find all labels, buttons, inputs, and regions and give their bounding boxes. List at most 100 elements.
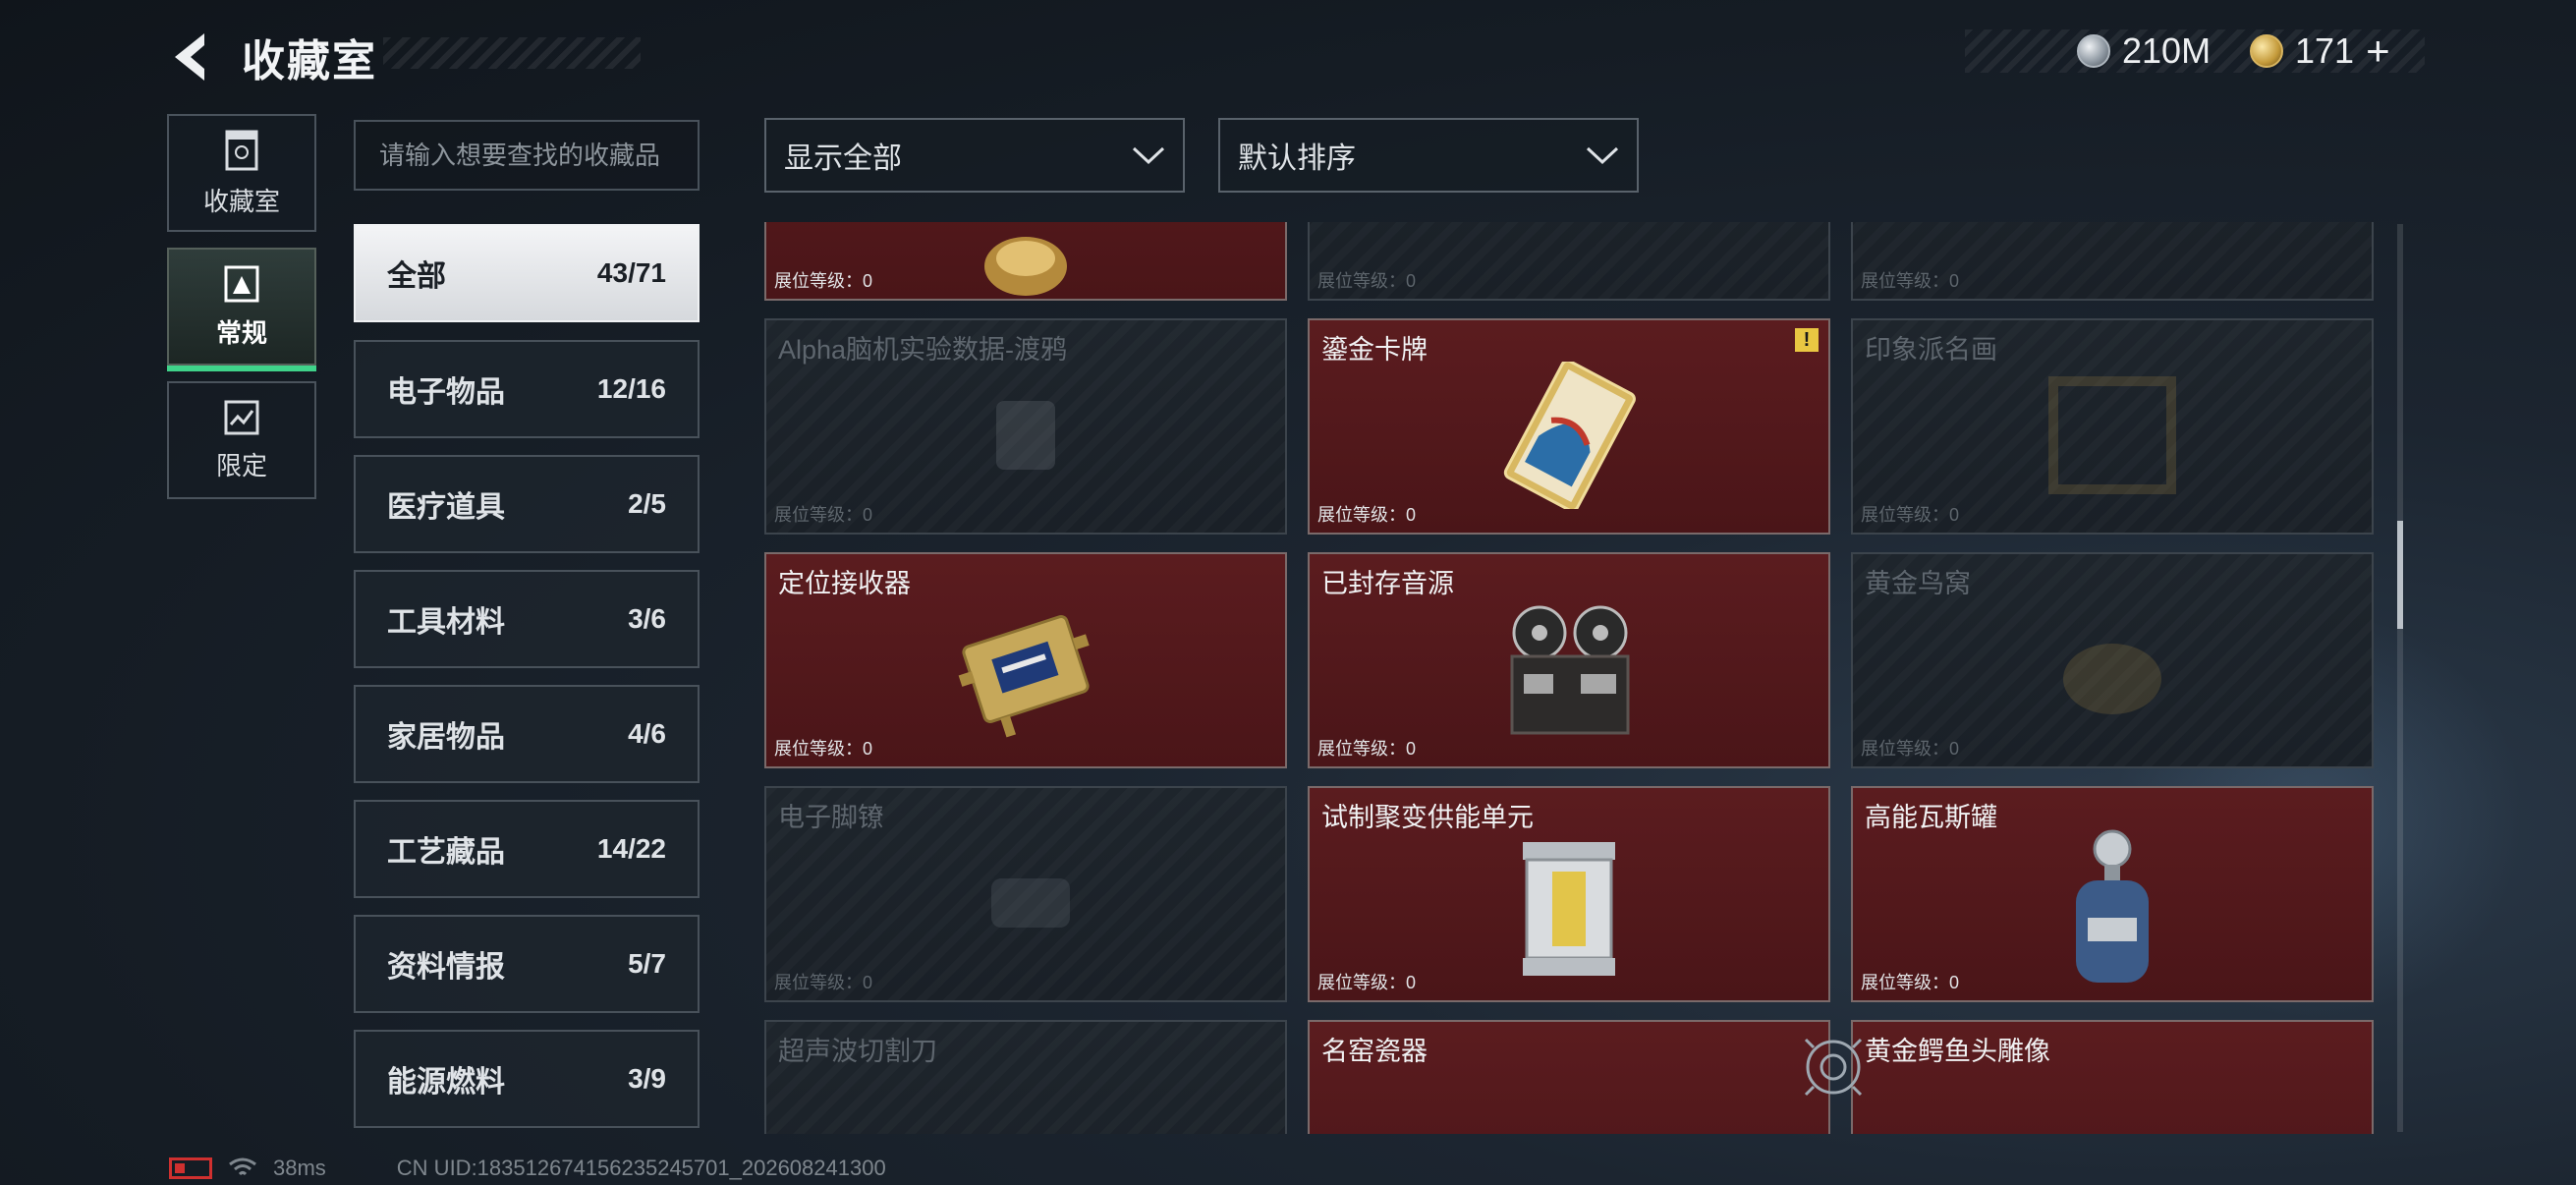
booth-level: 展位等级：0 [1317,505,1417,525]
category-count: 5/7 [628,948,666,979]
collection-item-card[interactable]: 定位接收器 展位等级：0 [764,552,1287,768]
collection-item-card[interactable]: Alpha脑机实验数据-渡鸦 展位等级：0 [764,318,1287,535]
booth-level: 展位等级：0 [1317,739,1417,759]
category-intel[interactable]: 资料情报 5/7 [354,915,700,1013]
reel-recorder-icon [1510,605,1630,735]
back-arrow-icon[interactable] [165,29,220,85]
warning-badge: ! [1795,328,1819,352]
nav-collection-room[interactable]: 收藏室 [167,114,316,232]
sort-dropdown[interactable]: 默认排序 [1218,118,1639,193]
nav-label: 常规 [215,317,267,348]
collection-grid: 展位等级：0 展位等级：0 展位等级：0 Alpha脑机实验数据-渡鸦 展位等级… [764,222,2387,1134]
item-name: 鎏金卡牌 [1321,335,1428,365]
item-name: 印象派名画 [1865,335,1997,365]
display-case-icon [225,130,258,170]
collection-item-card[interactable]: 鎏金卡牌 ! 展位等级：0 [1308,318,1830,535]
item-name: 已封存音源 [1321,569,1454,598]
collection-item-card[interactable]: 黄金鸟窝 展位等级：0 [1851,552,2374,768]
add-gold-button[interactable]: + [2366,28,2390,75]
item-name: 定位接收器 [778,569,911,598]
booth-level: 展位等级：0 [774,505,873,525]
collection-item-card[interactable]: 展位等级：0 [1851,222,2374,301]
silver-currency: 210M [2077,29,2211,73]
ping-value: 38ms [273,1156,326,1180]
grid-scrollbar-track[interactable] [2397,224,2403,1132]
category-name: 医疗道具 [387,491,505,524]
category-name: 工具材料 [387,606,505,639]
collection-item-card[interactable]: 展位等级：0 [1308,222,1830,301]
category-all[interactable]: 全部 43/71 [354,224,700,322]
collection-item-card[interactable]: 超声波切割刀 [764,1020,1287,1134]
gilded-card-icon [1503,361,1636,509]
display-filter-value: 显示全部 [784,142,902,175]
gas-canister-icon [2076,829,2149,984]
item-name: 试制聚变供能单元 [1321,803,1534,832]
nav-limited[interactable]: 限定 [167,381,316,499]
booth-level: 展位等级：0 [1317,271,1417,291]
page-title: 收藏室 [242,37,377,85]
collection-item-card[interactable]: 高能瓦斯罐 展位等级：0 [1851,786,2374,1002]
category-name: 电子物品 [387,376,505,409]
item-name: 超声波切割刀 [778,1037,937,1066]
collection-item-card[interactable]: 电子脚镣 展位等级：0 [764,786,1287,1002]
category-count: 3/6 [628,603,666,634]
collection-item-card[interactable]: 印象派名画 展位等级：0 [1851,318,2374,535]
category-electronics[interactable]: 电子物品 12/16 [354,340,700,438]
booth-level: 展位等级：0 [1317,973,1417,992]
uid-text: CN UID:183512674156235245701_20260824130… [396,1156,886,1180]
title-decoration [383,37,641,69]
battery-icon [169,1157,212,1179]
limited-icon [224,400,259,434]
golden-nest-icon [2063,643,2161,714]
item-name: 电子脚镣 [778,803,884,832]
collection-item-card[interactable]: 试制聚变供能单元 展位等级：0 [1308,786,1830,1002]
grid-scrollbar-thumb[interactable] [2397,521,2403,629]
booth-level: 展位等级：0 [1861,271,1960,291]
category-count: 14/22 [596,833,666,864]
porcelain-vase-icon [1525,1133,1613,1134]
search-input[interactable] [354,120,700,191]
category-tools[interactable]: 工具材料 3/6 [354,570,700,668]
collection-item-card[interactable]: 展位等级：0 [764,222,1287,301]
nav-regular[interactable]: 常规 [167,248,316,371]
silver-amount: 210M [2122,30,2212,71]
fusion-unit-icon [1523,842,1615,977]
crosshair-icon[interactable] [1800,1034,1867,1100]
booth-level: 展位等级：0 [774,271,873,291]
category-count: 43/71 [596,257,666,288]
nav-label: 限定 [215,450,267,480]
category-energy[interactable]: 能源燃料 3/9 [354,1030,700,1128]
category-name: 家居物品 [387,721,505,754]
gold-currency: 171 + [2250,28,2390,75]
category-count: 12/16 [596,373,666,404]
nav-label: 收藏室 [202,186,280,216]
category-name: 工艺藏品 [387,836,505,869]
category-count: 3/9 [628,1063,666,1094]
item-name: Alpha脑机实验数据-渡鸦 [778,335,1068,365]
chevron-down-icon [1132,146,1165,165]
booth-level: 展位等级：0 [1861,973,1960,992]
ankle-monitor-icon [991,877,1070,928]
item-name: 黄金鳄鱼头雕像 [1865,1037,2050,1066]
silver-coin-icon [2077,34,2110,68]
collection-item-card[interactable]: 已封存音源 展位等级：0 [1308,552,1830,768]
painting-icon [2048,375,2176,494]
item-name: 名窑瓷器 [1321,1037,1428,1066]
collection-item-card[interactable]: 名窑瓷器 [1308,1020,1830,1134]
wifi-icon [229,1157,256,1176]
data-chip-icon [996,400,1055,470]
gold-coin-icon [2250,34,2283,68]
booth-level: 展位等级：0 [774,973,873,992]
locator-receiver-icon [958,614,1090,738]
category-name: 资料情报 [387,951,505,984]
category-name: 全部 [387,260,446,293]
chevron-down-icon [1586,146,1619,165]
category-count: 2/5 [628,488,666,519]
category-crafts[interactable]: 工艺藏品 14/22 [354,800,700,898]
display-filter-dropdown[interactable]: 显示全部 [764,118,1185,193]
booth-level: 展位等级：0 [1861,739,1960,759]
category-medical[interactable]: 医疗道具 2/5 [354,455,700,553]
collection-item-card[interactable]: 黄金鳄鱼头雕像 [1851,1020,2374,1134]
category-household[interactable]: 家居物品 4/6 [354,685,700,783]
category-name: 能源燃料 [387,1066,505,1099]
